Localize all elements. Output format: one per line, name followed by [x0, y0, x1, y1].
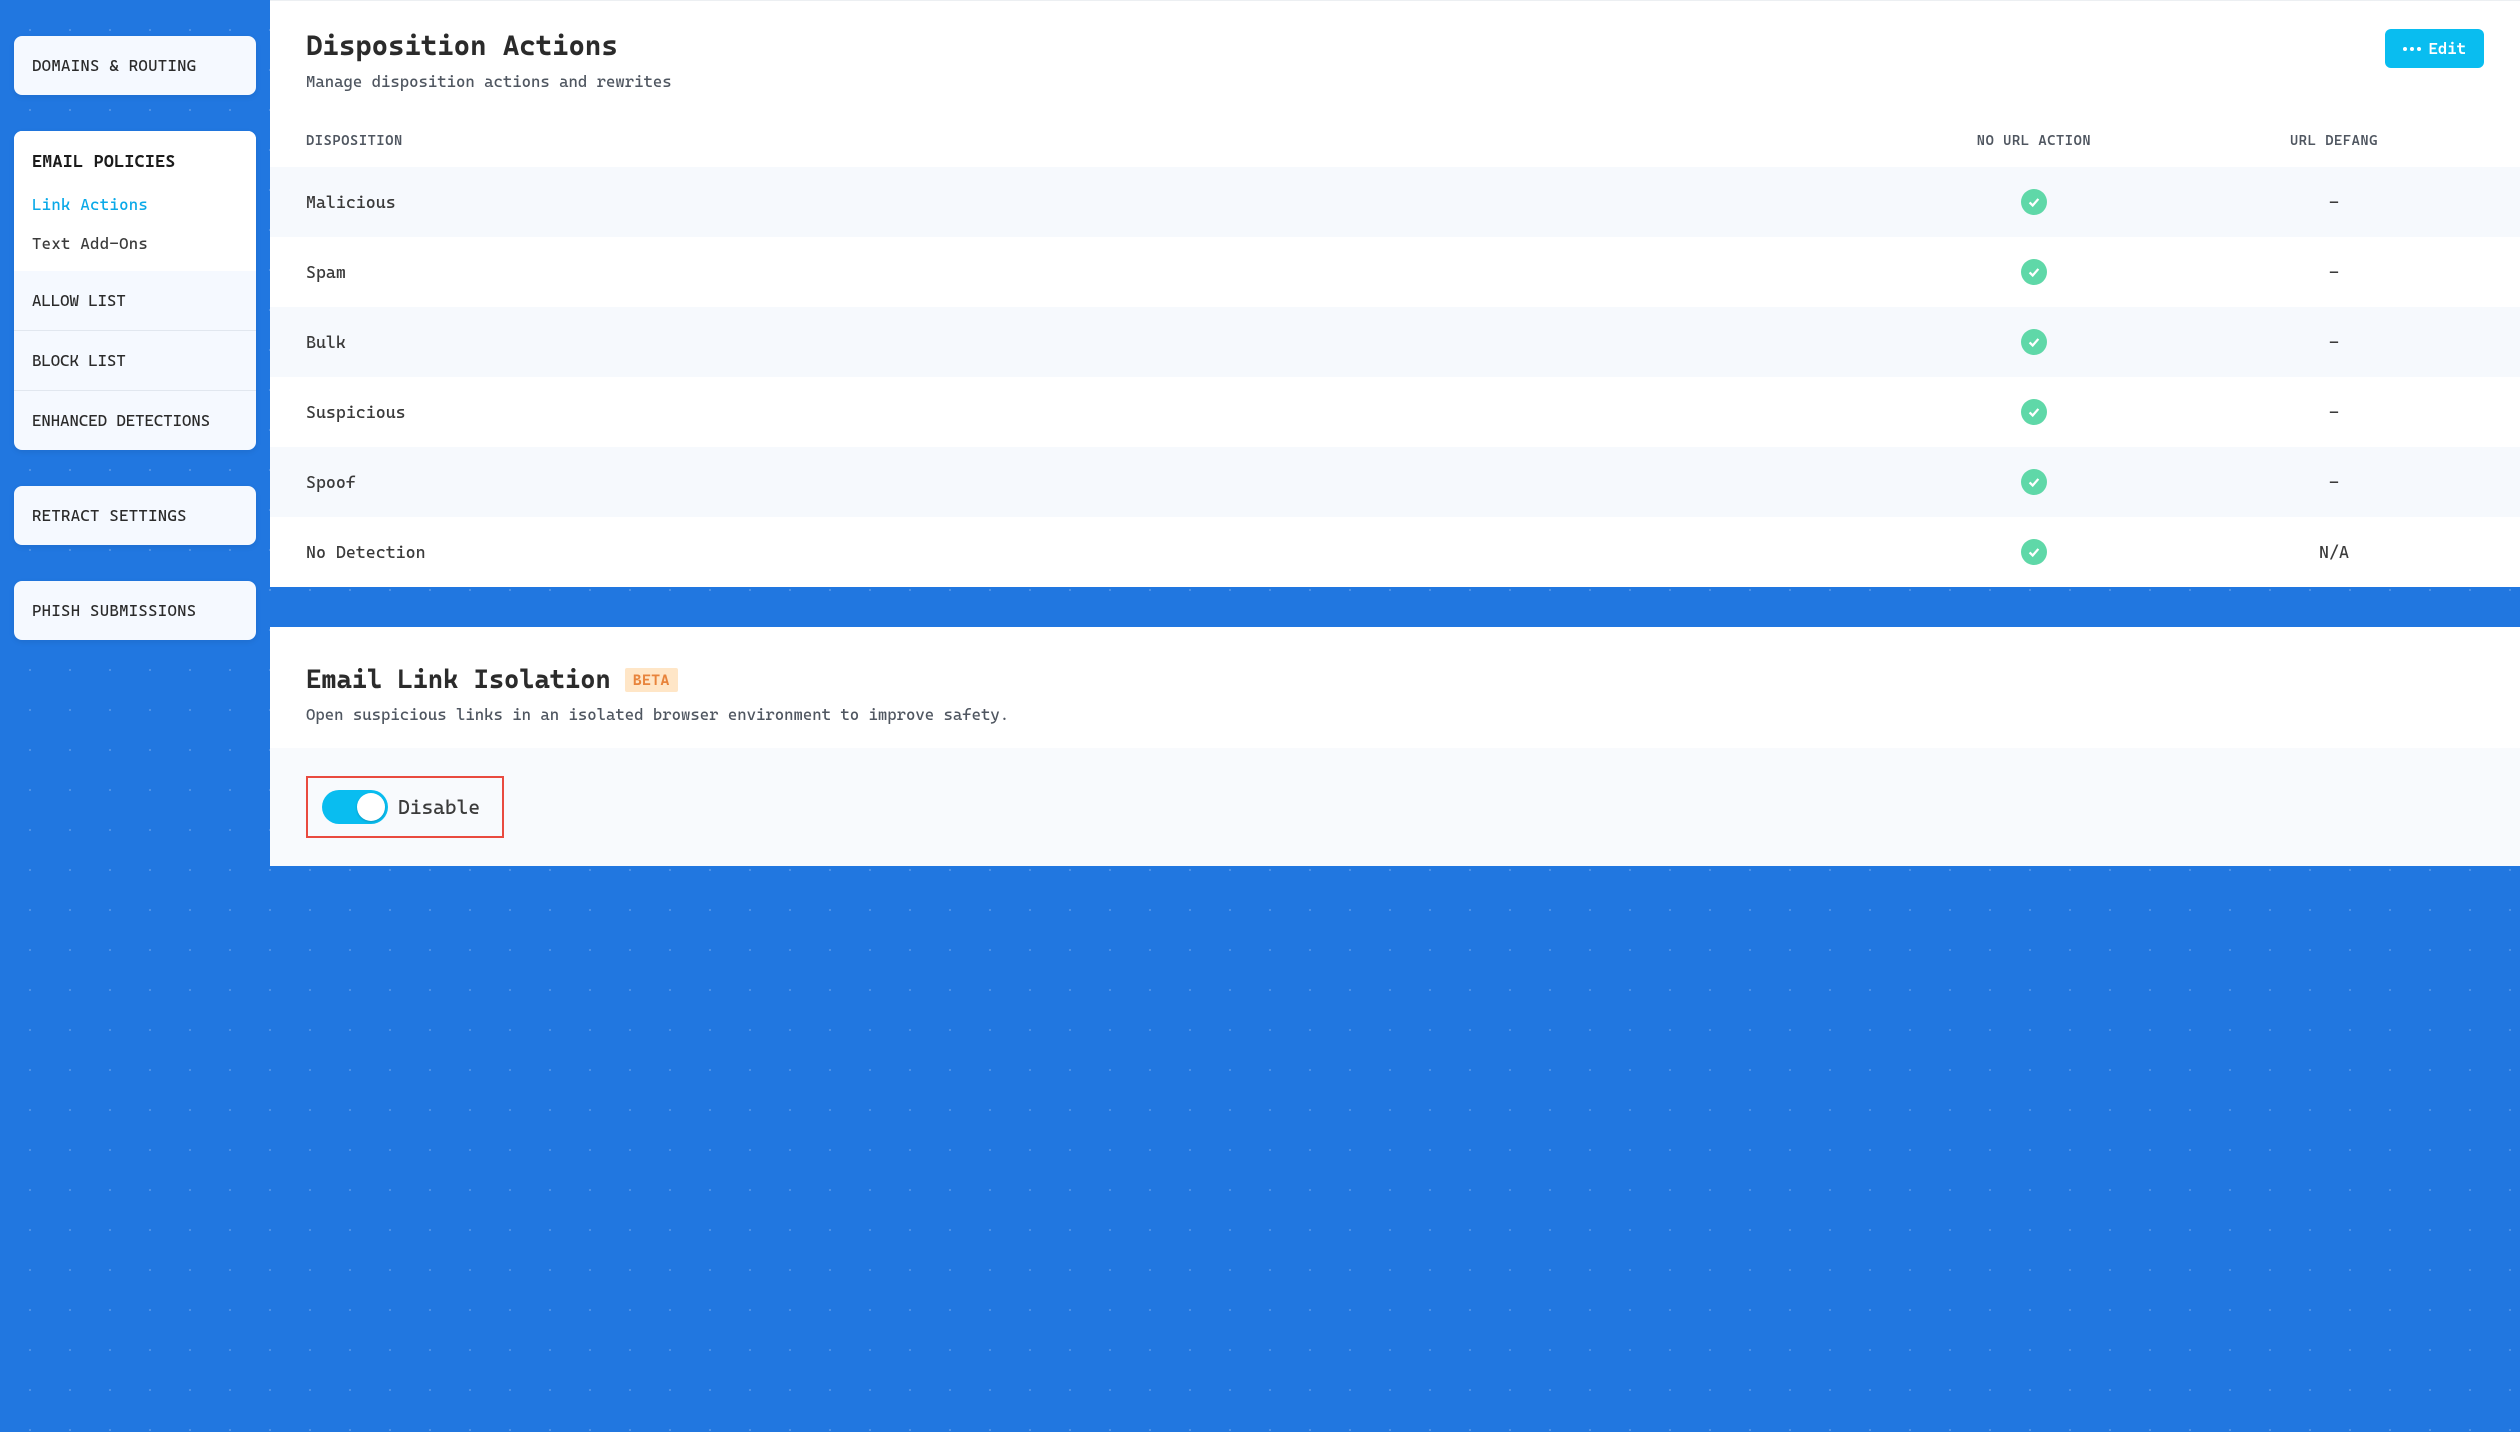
table-header-row: DISPOSITION NO URL ACTION URL DEFANG — [270, 115, 2520, 167]
isolation-toggle-label: Disable — [398, 795, 480, 819]
sidebar-sub-text-addons[interactable]: Text Add-Ons — [14, 224, 256, 271]
isolation-title: Email Link Isolation — [306, 665, 611, 695]
main-content: Disposition Actions Manage disposition a… — [270, 0, 2520, 1432]
check-icon — [2021, 469, 2047, 495]
table-row: No Detection N/A — [270, 517, 2520, 587]
url-defang-cell: - — [2184, 262, 2484, 282]
no-url-action-cell — [1884, 329, 2184, 355]
url-defang-cell: - — [2184, 402, 2484, 422]
no-url-action-cell — [1884, 469, 2184, 495]
disposition-name: Suspicious — [306, 402, 1884, 422]
sidebar-email-policies-header: EMAIL POLICIES — [14, 131, 256, 185]
isolation-description: Open suspicious links in an isolated bro… — [306, 705, 2484, 724]
check-icon — [2021, 259, 2047, 285]
col-no-url-action: NO URL ACTION — [1884, 133, 2184, 149]
sidebar-item-phish-submissions[interactable]: PHISH SUBMISSIONS — [14, 581, 256, 640]
disposition-name: Spoof — [306, 472, 1884, 492]
disposition-table: DISPOSITION NO URL ACTION URL DEFANG Mal… — [270, 115, 2520, 587]
no-url-action-cell — [1884, 399, 2184, 425]
toggle-knob — [357, 793, 385, 821]
col-url-defang: URL DEFANG — [2184, 133, 2484, 149]
disposition-name: Malicious — [306, 192, 1884, 212]
url-defang-cell: - — [2184, 192, 2484, 212]
disposition-header: Disposition Actions Manage disposition a… — [270, 0, 2520, 115]
isolation-toggle-section: Disable — [270, 748, 2520, 866]
ellipsis-icon — [2403, 47, 2421, 51]
table-row: Spoof - — [270, 447, 2520, 517]
check-icon — [2021, 539, 2047, 565]
beta-badge: BETA — [625, 668, 678, 692]
sidebar-item-domains-routing[interactable]: DOMAINS & ROUTING — [14, 36, 256, 95]
no-url-action-cell — [1884, 189, 2184, 215]
sidebar-item-email-policies[interactable]: EMAIL POLICIES Link Actions Text Add-Ons — [14, 131, 256, 271]
sidebar: DOMAINS & ROUTING EMAIL POLICIES Link Ac… — [0, 0, 270, 1432]
check-icon — [2021, 189, 2047, 215]
no-url-action-cell — [1884, 539, 2184, 565]
url-defang-cell: - — [2184, 472, 2484, 492]
table-row: Spam - — [270, 237, 2520, 307]
no-url-action-cell — [1884, 259, 2184, 285]
disposition-subtitle: Manage disposition actions and rewrites — [306, 72, 672, 91]
table-body: Malicious - Spam - Bulk - Suspicious - Spoof - No … — [270, 167, 2520, 587]
disposition-name: Bulk — [306, 332, 1884, 352]
sidebar-item-allow-list[interactable]: ALLOW LIST — [14, 271, 256, 331]
edit-button[interactable]: Edit — [2385, 29, 2485, 68]
table-row: Suspicious - — [270, 377, 2520, 447]
disposition-name: Spam — [306, 262, 1884, 282]
sidebar-item-enhanced-detections[interactable]: ENHANCED DETECTIONS — [14, 391, 256, 450]
sidebar-item-block-list[interactable]: BLOCK LIST — [14, 331, 256, 391]
sidebar-sub-link-actions[interactable]: Link Actions — [14, 185, 256, 224]
table-row: Bulk - — [270, 307, 2520, 377]
table-row: Malicious - — [270, 167, 2520, 237]
sidebar-item-retract-settings[interactable]: RETRACT SETTINGS — [14, 486, 256, 545]
disposition-name: No Detection — [306, 542, 1884, 562]
check-icon — [2021, 329, 2047, 355]
sidebar-group-policies-lists: EMAIL POLICIES Link Actions Text Add-Ons… — [14, 131, 256, 450]
disposition-actions-panel: Disposition Actions Manage disposition a… — [270, 0, 2520, 587]
disposition-title: Disposition Actions — [306, 29, 672, 62]
isolation-toggle[interactable] — [322, 790, 388, 824]
email-link-isolation-panel: Email Link Isolation BETA Open suspiciou… — [270, 627, 2520, 866]
isolation-header: Email Link Isolation BETA Open suspiciou… — [270, 665, 2520, 748]
url-defang-cell: - — [2184, 332, 2484, 352]
check-icon — [2021, 399, 2047, 425]
col-disposition: DISPOSITION — [306, 133, 1884, 149]
url-defang-cell: N/A — [2184, 542, 2484, 562]
edit-button-label: Edit — [2429, 39, 2467, 58]
isolation-toggle-highlight: Disable — [306, 776, 504, 838]
